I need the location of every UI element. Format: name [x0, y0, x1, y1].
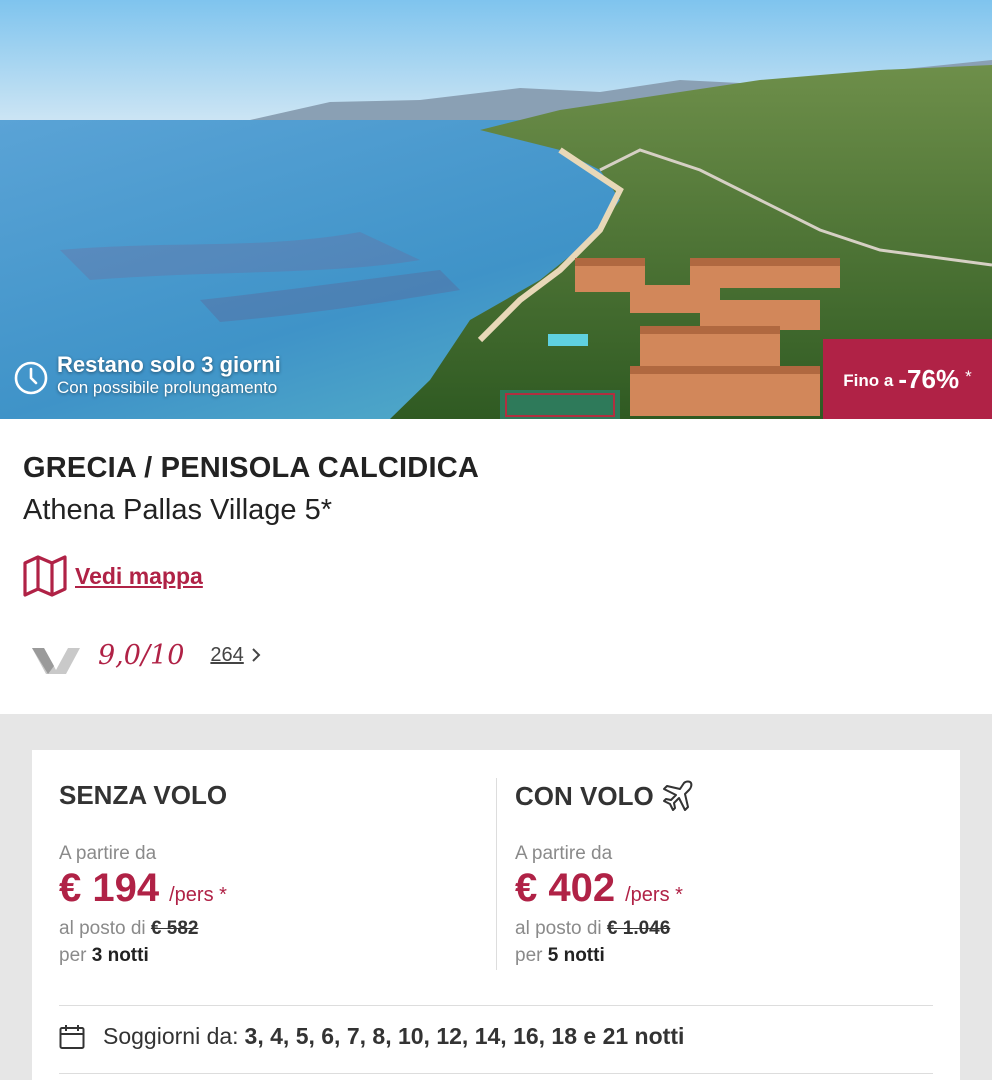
old-price: € 1.046 — [606, 918, 671, 939]
view-map-link[interactable]: Vedi mappa — [23, 555, 203, 597]
timer-subtitle: Con possibile prolungamento — [57, 378, 278, 397]
reviews-logo-icon — [32, 648, 80, 674]
discount-badge: Fino a -76% * — [823, 339, 992, 419]
rating-score: 9,0/10 — [98, 639, 185, 671]
airplane-icon — [662, 780, 693, 811]
rating: 9,0/10 264 — [32, 636, 262, 674]
stays-values: 3, 4, 5, 6, 7, 8, 10, 12, 14, 16, 18 e 2… — [244, 1023, 685, 1049]
price: € 194 /pers * — [59, 866, 227, 911]
hotel-name: Athena Pallas Village 5* — [23, 494, 333, 526]
per-person-label: /pers * — [625, 884, 683, 906]
from-label: A partire da — [515, 843, 613, 864]
stay-durations: Soggiorni da: 3, 4, 5, 6, 7, 8, 10, 12, … — [59, 1023, 684, 1050]
discount-prefix: Fino a — [843, 371, 894, 390]
option-title-row: CON VOLO — [515, 780, 694, 812]
instead-of-label: al posto di — [59, 918, 146, 939]
option-title: CON VOLO — [515, 780, 654, 811]
discount-asterisk: * — [965, 367, 972, 386]
original-price: al posto di € 1.046 — [515, 918, 670, 940]
stays-label: Soggiorni da: — [103, 1023, 239, 1049]
divider — [59, 1005, 933, 1006]
nights-value: 5 notti — [547, 945, 605, 966]
discount-value: -76% — [898, 363, 960, 394]
price: € 402 /pers * — [515, 866, 683, 911]
clock-icon — [14, 361, 48, 395]
pricing-card: SENZA VOLO A partire da € 194 /pers * al… — [32, 750, 960, 1080]
column-divider — [496, 778, 497, 970]
per-label: per — [59, 945, 87, 966]
time-remaining: Restano solo 3 giorni Con possibile prol… — [14, 352, 281, 398]
chevron-right-icon[interactable] — [250, 646, 262, 664]
old-price: € 582 — [150, 918, 199, 939]
instead-of-label: al posto di — [515, 918, 602, 939]
destination-title: GRECIA / PENISOLA CALCIDICA — [23, 452, 479, 484]
timer-title: Restano solo 3 giorni — [57, 352, 281, 377]
calendar-icon — [59, 1024, 85, 1049]
original-price: al posto di € 582 — [59, 918, 198, 940]
divider — [59, 1073, 933, 1074]
from-label: A partire da — [59, 843, 157, 864]
price-amount: € 402 — [515, 866, 616, 910]
review-count-link[interactable]: 264 — [210, 644, 243, 667]
nights-value: 3 notti — [91, 945, 149, 966]
nights: per 5 notti — [515, 945, 605, 967]
nights: per 3 notti — [59, 945, 149, 967]
view-map-label[interactable]: Vedi mappa — [75, 563, 203, 590]
map-icon — [23, 555, 67, 597]
hero-image[interactable]: Restano solo 3 giorni Con possibile prol… — [0, 0, 992, 419]
price-amount: € 194 — [59, 866, 160, 910]
option-title: SENZA VOLO — [59, 780, 228, 810]
per-label: per — [515, 945, 543, 966]
per-person-label: /pers * — [169, 884, 227, 906]
